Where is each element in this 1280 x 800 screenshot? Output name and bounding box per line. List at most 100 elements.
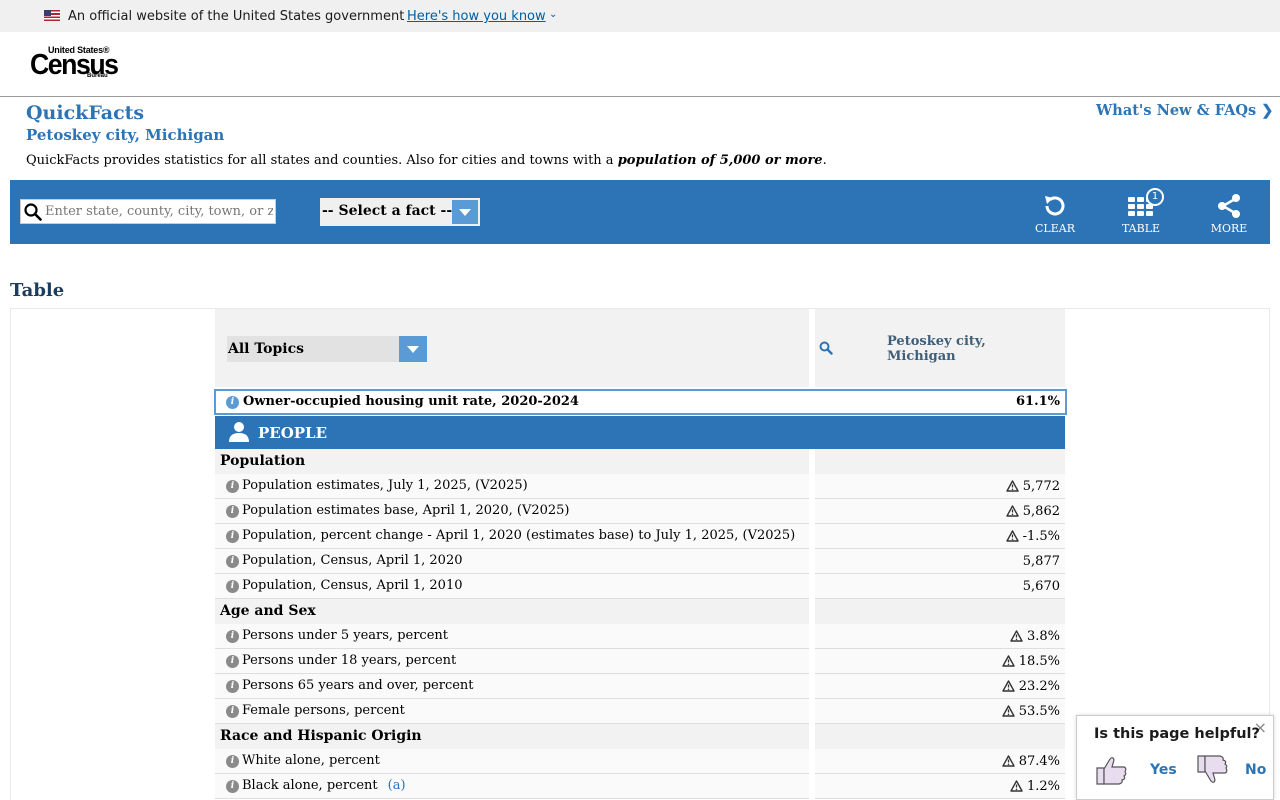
more-button[interactable]: MORE	[1199, 192, 1259, 236]
warning-icon[interactable]	[1006, 505, 1019, 517]
fact-label-text: Population estimates, July 1, 2025, (V20…	[242, 478, 528, 493]
fact-value: 1.2%	[1010, 779, 1060, 794]
fact-value-text: 3.8%	[1026, 629, 1060, 644]
category-label: Race and Hispanic Origin	[220, 728, 422, 744]
highlighted-fact-row[interactable]: i Owner-occupied housing unit rate, 2020…	[214, 389, 1067, 415]
search-icon[interactable]	[819, 341, 833, 355]
column-header-label[interactable]: Petoskey city, Michigan	[887, 334, 1037, 364]
fact-value: 3.8%	[1010, 629, 1060, 644]
fact-label: Female persons, percent	[242, 703, 405, 718]
fact-value: 5,670	[1023, 579, 1060, 594]
thumbs-down-icon	[1197, 755, 1228, 783]
clear-button[interactable]: CLEAR	[1025, 192, 1085, 236]
table-row[interactable]: i Population estimates, July 1, 2025, (V2…	[215, 474, 1065, 499]
search-box[interactable]	[20, 199, 276, 224]
fact-label-text: Population, Census, April 1, 2020	[242, 553, 463, 568]
all-topics-dropdown[interactable]: All Topics	[227, 336, 427, 362]
fact-label: Population estimates, July 1, 2025, (V20…	[242, 478, 528, 493]
warning-icon[interactable]	[1001, 655, 1015, 667]
page-subtitle: Petoskey city, Michigan	[26, 126, 225, 144]
table-row[interactable]: i Persons under 5 years, percent 3.8%	[215, 624, 1065, 649]
warning-icon[interactable]	[1001, 705, 1015, 717]
warning-icon[interactable]	[1010, 780, 1023, 792]
share-icon	[1218, 194, 1240, 218]
whats-new-link[interactable]: What's New & FAQs ❯	[1096, 102, 1273, 119]
warning-icon[interactable]	[1006, 480, 1019, 492]
fact-value-cell: 5,772	[815, 474, 1065, 499]
fact-value-cell: 18.5%	[815, 649, 1065, 674]
column-header: Petoskey city, Michigan	[815, 309, 1065, 387]
info-icon[interactable]: i	[226, 630, 239, 643]
category-value-cell	[815, 724, 1065, 749]
footnote-link[interactable]: (a)	[388, 778, 406, 793]
category-value-cell	[815, 599, 1065, 624]
info-icon[interactable]: i	[226, 530, 239, 543]
info-icon[interactable]: i	[226, 755, 239, 768]
table-row[interactable]: i Population estimates base, April 1, 202…	[215, 499, 1065, 524]
all-topics-label: All Topics	[228, 341, 305, 357]
thumbs-up-icon	[1096, 757, 1127, 785]
fact-value: -1.5%	[1005, 529, 1060, 544]
table-row[interactable]: i White alone, percent 87.4%	[215, 749, 1065, 774]
feedback-yes-button[interactable]: Yes	[1095, 754, 1177, 786]
warning-icon[interactable]	[1005, 530, 1019, 542]
table-row[interactable]: i Female persons, percent 53.5%	[215, 699, 1065, 724]
fact-value-text: 87.4%	[1018, 754, 1060, 769]
table-row[interactable]: i Population, Census, April 1, 2010 5,670	[215, 574, 1065, 599]
fact-label-cell: i Population, Census, April 1, 2010	[215, 574, 809, 599]
table-row[interactable]: i Population, Census, April 1, 2020 5,877	[215, 549, 1065, 574]
fact-label-cell: i Population estimates base, April 1, 202…	[215, 499, 809, 524]
info-icon[interactable]: i	[226, 780, 239, 793]
chevron-down-icon[interactable]: ⌄	[549, 9, 557, 20]
fact-value-cell: 87.4%	[815, 749, 1065, 774]
info-icon[interactable]: i	[226, 555, 239, 568]
fact-label-cell: i Population estimates, July 1, 2025, (V2…	[215, 474, 809, 499]
fact-label-text: Persons under 18 years, percent	[242, 653, 457, 668]
fact-value: 23.2%	[1001, 679, 1060, 694]
category-cell: Population	[215, 449, 809, 474]
highlighted-fact-value: 61.1%	[1015, 394, 1060, 409]
search-input[interactable]	[45, 202, 273, 221]
chevron-down-icon[interactable]	[399, 336, 427, 362]
fact-value-cell: -1.5%	[815, 524, 1065, 549]
heres-how-you-know-link[interactable]: Here's how you know	[407, 9, 546, 24]
more-label: MORE	[1210, 222, 1248, 235]
description-emphasis: population of 5,000 or more	[617, 153, 823, 168]
warning-icon[interactable]	[1010, 630, 1023, 642]
clear-label: CLEAR	[1035, 222, 1075, 235]
info-icon[interactable]: i	[226, 480, 239, 493]
fact-value-text: -1.5%	[1022, 529, 1060, 544]
fact-label-cell: i Persons under 18 years, percent	[215, 649, 809, 674]
table-row[interactable]: i Persons under 18 years, percent 18.5%	[215, 649, 1065, 674]
fact-value-text: 5,772	[1022, 479, 1060, 494]
table-row[interactable]: i Black alone, percent (a) 1.2%	[215, 774, 1065, 799]
column-header-line1: Petoskey city,	[887, 334, 986, 349]
info-icon[interactable]: i	[226, 680, 239, 693]
info-icon[interactable]: i	[226, 705, 239, 718]
fact-label: Population, percent change - April 1, 20…	[242, 528, 795, 543]
fact-label: Persons under 5 years, percent	[242, 628, 448, 643]
category-cell: Race and Hispanic Origin	[215, 724, 809, 749]
info-icon[interactable]: i	[226, 505, 239, 518]
gov-banner-text: An official website of the United States…	[68, 9, 405, 24]
warning-icon[interactable]	[1001, 755, 1015, 767]
page-title[interactable]: QuickFacts	[26, 102, 144, 124]
table-row[interactable]: i Population, percent change - April 1, 2…	[215, 524, 1065, 549]
fact-label: Persons 65 years and over, percent	[242, 678, 474, 693]
feedback-no-button[interactable]: No	[1196, 754, 1266, 786]
fact-value-text: 1.2%	[1026, 779, 1060, 794]
census-logo[interactable]: United States® Census Bureau	[30, 45, 120, 83]
column-header-line2: Michigan	[887, 349, 956, 364]
fact-value: 5,772	[1006, 479, 1060, 494]
chevron-right-icon: ❯	[1261, 102, 1274, 119]
warning-icon[interactable]	[1001, 680, 1015, 692]
fact-label-text: White alone, percent	[242, 753, 380, 768]
select-fact-dropdown[interactable]: -- Select a fact --	[320, 198, 480, 226]
people-section-header[interactable]: PEOPLE	[215, 416, 1065, 449]
info-icon[interactable]: i	[226, 655, 239, 668]
chevron-down-icon[interactable]	[452, 200, 478, 224]
table-row[interactable]: i Persons 65 years and over, percent 23.2%	[215, 674, 1065, 699]
info-icon[interactable]: i	[226, 580, 239, 593]
info-icon[interactable]: i	[226, 396, 239, 409]
table-button[interactable]: 1 TABLE	[1111, 188, 1171, 236]
